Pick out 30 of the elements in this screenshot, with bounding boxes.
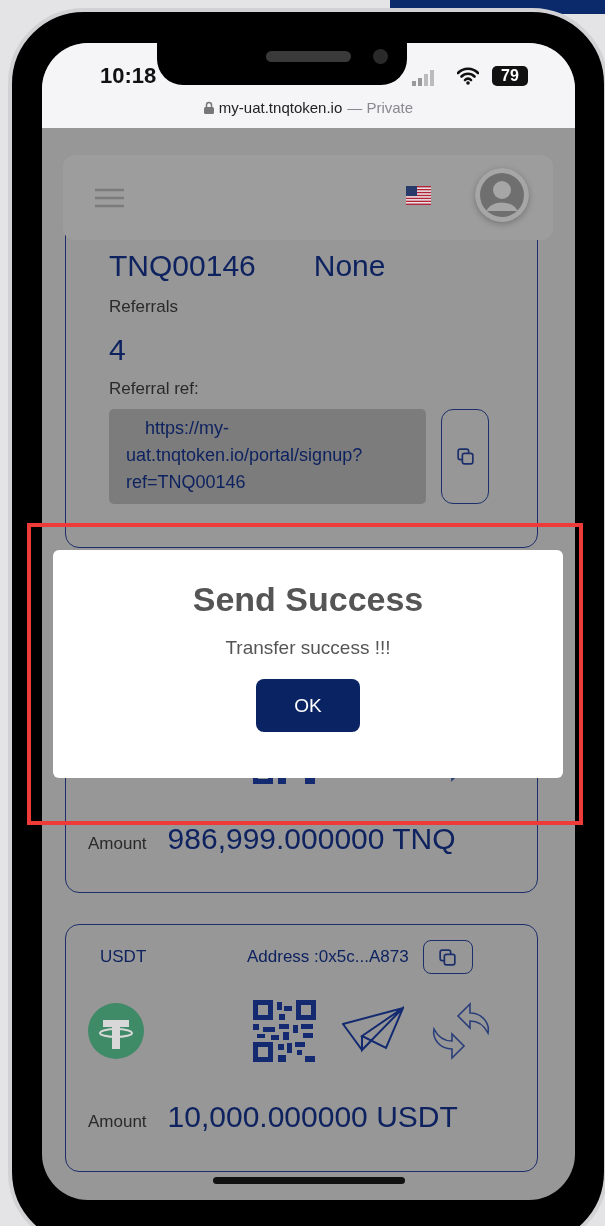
amount-value: 986,999.000000 TNQ: [167, 822, 456, 856]
wifi-icon: [457, 67, 479, 85]
clock-time: 10:18: [100, 63, 157, 89]
copy-icon: [437, 946, 459, 968]
referral-link-field[interactable]: https://my-uat.tnqtoken.io/portal/signup?ref=TNQ00146: [109, 409, 426, 504]
address-bar-url[interactable]: my-uat.tnqtoken.io: [218, 99, 343, 116]
copy-icon: [454, 446, 476, 467]
referrals-label: Referrals: [109, 297, 179, 317]
ok-button[interactable]: OK: [256, 679, 360, 732]
signal-icon: [412, 70, 434, 86]
referral-ref-label: Referral ref:: [109, 379, 200, 399]
copy-button[interactable]: [422, 940, 473, 974]
dialog-message: Transfer success !!!: [225, 637, 391, 659]
tether-coin-icon: [88, 1003, 144, 1059]
rank-value: None: [313, 249, 386, 283]
token-symbol: USDT: [100, 947, 148, 967]
flag-icon[interactable]: [406, 186, 431, 205]
amount-value: 10,000.000000 USDT: [167, 1100, 458, 1134]
battery-level: 79: [492, 66, 528, 86]
referral-code: TNQ00146: [109, 249, 256, 283]
referrals-count: 4: [109, 333, 127, 367]
dialog-title: Send Success: [192, 580, 424, 619]
private-mode-label: — Private: [347, 99, 414, 116]
amount-label: Amount: [88, 1112, 147, 1132]
lock-icon: [203, 101, 214, 114]
wallet-address: Address :0x5c...A873: [247, 947, 409, 967]
amount-label: Amount: [88, 834, 147, 854]
copy-button[interactable]: [441, 409, 489, 504]
swap-arrows-icon[interactable]: [430, 1002, 492, 1060]
qr-code-icon[interactable]: [253, 1000, 316, 1062]
